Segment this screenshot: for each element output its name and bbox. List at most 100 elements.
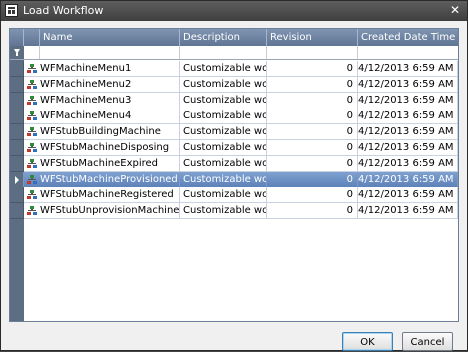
row-selector[interactable] (10, 172, 24, 188)
workflow-icon (27, 159, 37, 169)
workflow-grid: Name Description Revision Created Date T… (9, 28, 459, 322)
cell-name: WFStubMachineDisposing (24, 140, 180, 156)
filter-cell-created[interactable] (358, 46, 458, 59)
workflow-name: WFStubBuildingMachine (40, 126, 161, 137)
row-selector[interactable] (10, 108, 24, 124)
filter-cell-revision[interactable] (267, 46, 358, 59)
table-row[interactable]: WFMachineMenu4 Customizable workfl...04/1… (10, 108, 458, 124)
cell-description: Customizable workfl... (180, 172, 267, 188)
ok-button[interactable]: OK (342, 332, 393, 351)
cell-revision: 0 (267, 172, 358, 188)
filter-icon (14, 49, 20, 56)
column-header-revision[interactable]: Revision (267, 29, 358, 46)
cell-created: 4/12/2013 6:59 AM (358, 203, 458, 219)
row-selector[interactable] (10, 156, 24, 172)
workflow-icon (27, 143, 37, 153)
filter-row (10, 46, 458, 60)
cell-revision: 0 (267, 93, 358, 109)
workflow-icon (27, 127, 37, 137)
table-row[interactable]: WFStubUnprovisionMachineCustomizable wor… (10, 203, 458, 219)
cell-revision: 0 (267, 187, 358, 203)
table-row[interactable]: WFMachineMenu1 Customizable workfl...04/1… (10, 61, 458, 77)
workflow-icon (27, 64, 37, 74)
workflow-icon (27, 80, 37, 90)
filter-cell-description[interactable] (180, 46, 267, 59)
cell-description: Customizable workfl... (180, 61, 267, 77)
filter-cell-name[interactable] (40, 46, 180, 59)
cell-name: WFStubMachineProvisioned (24, 172, 180, 188)
cell-revision: 0 (267, 77, 358, 93)
cancel-button[interactable]: Cancel (402, 332, 453, 351)
workflow-icon (27, 175, 37, 185)
row-selector[interactable] (10, 93, 24, 109)
workflow-name: WFStubMachineRegistered (40, 189, 174, 200)
column-header-description[interactable]: Description (180, 29, 267, 46)
table-row[interactable]: WFStubMachineDisposing Customizable workf… (10, 140, 458, 156)
cell-revision: 0 (267, 124, 358, 140)
cell-created: 4/12/2013 6:59 AM (358, 77, 458, 93)
workflow-name: WFMachineMenu2 (40, 79, 132, 90)
cell-description: Customizable workfl... (180, 203, 267, 219)
workflow-name: WFMachineMenu4 (40, 110, 132, 121)
cell-created: 4/12/2013 6:59 AM (358, 108, 458, 124)
cell-name: WFStubMachineExpired (24, 156, 180, 172)
cell-description: Customizable workfl... (180, 140, 267, 156)
workflow-name: WFMachineMenu3 (40, 95, 132, 106)
workflow-name: WFStubMachineDisposing (40, 142, 170, 153)
cell-name: WFStubUnprovisionMachine (24, 203, 180, 219)
cell-description: Customizable workfl... (180, 187, 267, 203)
cell-created: 4/12/2013 6:59 AM (358, 124, 458, 140)
table-row[interactable]: WFStubMachineRegistered Customizable work… (10, 187, 458, 203)
cell-revision: 0 (267, 156, 358, 172)
cell-name: WFStubBuildingMachine (24, 124, 180, 140)
cell-description: Customizable workfl... (180, 93, 267, 109)
cell-name: WFMachineMenu4 (24, 108, 180, 124)
cell-name: WFMachineMenu1 (24, 61, 180, 77)
close-button[interactable]: ✕ (447, 3, 463, 18)
cell-created: 4/12/2013 6:59 AM (358, 93, 458, 109)
workflow-name: WFStubUnprovisionMachine (40, 205, 180, 216)
cell-created: 4/12/2013 6:59 AM (358, 187, 458, 203)
cell-created: 4/12/2013 6:59 AM (358, 156, 458, 172)
cell-description: Customizable workfl... (180, 77, 267, 93)
row-selector[interactable] (10, 124, 24, 140)
row-selector-arrow-icon (15, 176, 19, 184)
workflow-name: WFMachineMenu1 (40, 63, 132, 74)
cell-created: 4/12/2013 6:59 AM (358, 140, 458, 156)
title-bar: Load Workflow ✕ (1, 1, 467, 21)
cell-name: WFMachineMenu2 (24, 77, 180, 93)
table-row[interactable]: WFMachineMenu3 Customizable workfl...04/1… (10, 93, 458, 109)
cell-created: 4/12/2013 6:59 AM (358, 61, 458, 77)
column-header-created[interactable]: Created Date Time (358, 29, 458, 46)
column-header-name[interactable]: Name (40, 29, 180, 46)
table-row[interactable]: WFStubMachineExpired Customizable workfl.… (10, 156, 458, 172)
workflow-name: WFStubMachineExpired (40, 158, 159, 169)
table-row[interactable]: WFStubBuildingMachine Customizable workfl… (10, 124, 458, 140)
row-selector[interactable] (10, 140, 24, 156)
workflow-icon (27, 96, 37, 106)
cell-description: Customizable workfl... (180, 108, 267, 124)
table-row[interactable]: WFStubMachineProvisionedCustomizable wor… (10, 172, 458, 188)
row-selector[interactable] (10, 203, 24, 219)
dialog-body: Name Description Revision Created Date T… (1, 21, 467, 351)
table-row[interactable]: WFMachineMenu2 Customizable workfl...04/1… (10, 77, 458, 93)
row-selector[interactable] (10, 187, 24, 203)
workflow-icon (27, 190, 37, 200)
cell-name: WFMachineMenu3 (24, 93, 180, 109)
window-title: Load Workflow (23, 4, 104, 17)
grid-header: Name Description Revision Created Date T… (10, 29, 458, 46)
cell-description: Customizable workfl... (180, 156, 267, 172)
cell-name: WFStubMachineRegistered (24, 187, 180, 203)
workflow-name: WFStubMachineProvisioned (40, 174, 178, 185)
row-selector[interactable] (10, 61, 24, 77)
header-corner (10, 29, 24, 46)
filter-button[interactable] (10, 46, 24, 59)
cell-revision: 0 (267, 61, 358, 77)
cell-revision: 0 (267, 203, 358, 219)
filter-cell-icon (24, 46, 40, 59)
app-icon (5, 4, 18, 17)
row-selector[interactable] (10, 77, 24, 93)
cell-revision: 0 (267, 140, 358, 156)
workflow-icon (27, 111, 37, 121)
cell-description: Customizable workfl... (180, 124, 267, 140)
